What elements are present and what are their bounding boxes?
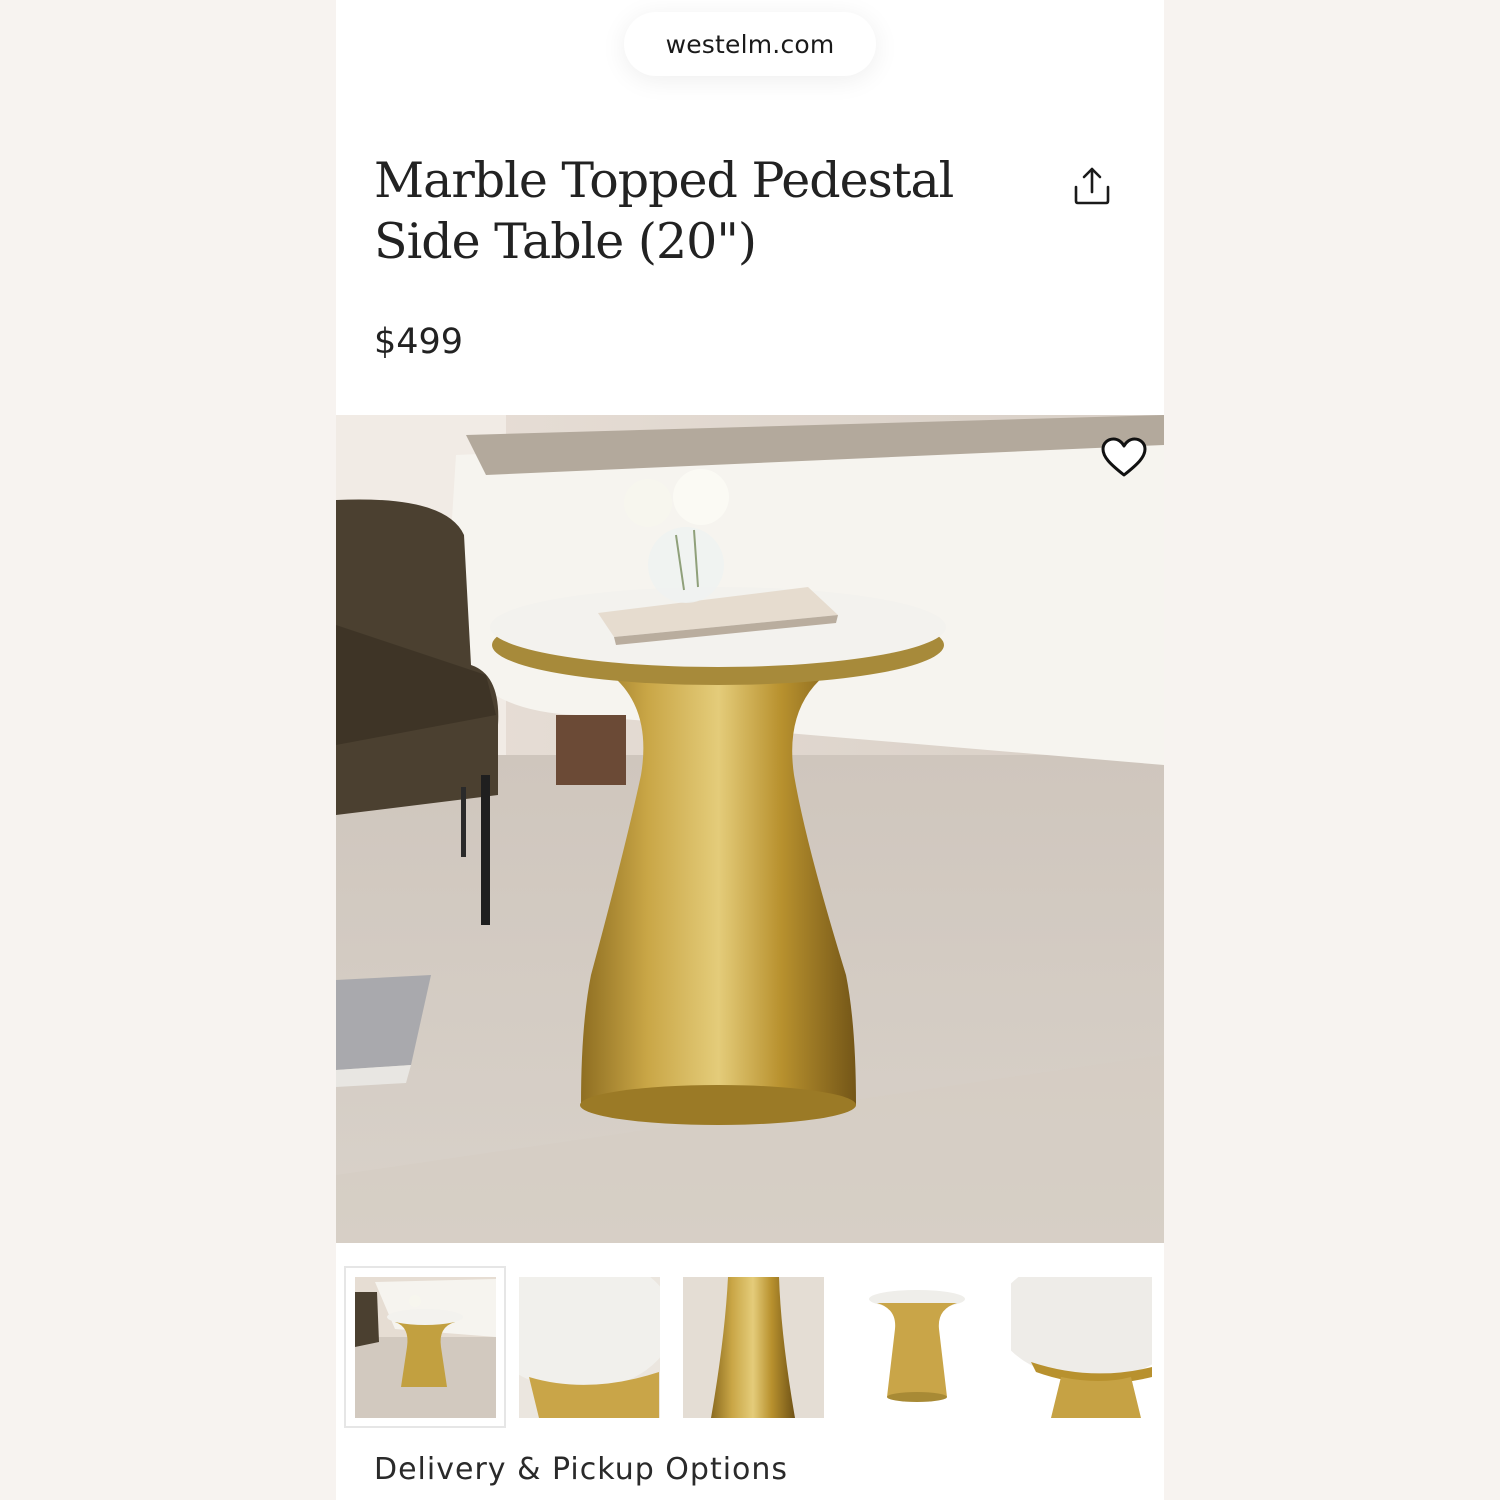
- thumbnail-2-image: [519, 1277, 660, 1418]
- url-text: westelm.com: [665, 29, 835, 59]
- product-title: Marble Topped Pedestal Side Table (20"): [374, 152, 954, 270]
- favorite-button[interactable]: [1098, 433, 1150, 481]
- thumbnail-5-image: [1011, 1277, 1152, 1418]
- thumbnail-1[interactable]: [355, 1277, 496, 1418]
- thumbnail-3[interactable]: [683, 1277, 824, 1418]
- heart-icon: [1101, 437, 1147, 477]
- product-price: $499: [374, 322, 464, 362]
- thumbnail-5[interactable]: [1011, 1277, 1152, 1418]
- url-bar[interactable]: westelm.com: [624, 12, 876, 76]
- product-page: westelm.com Marble Topped Pedestal Side …: [336, 0, 1164, 1500]
- main-product-image[interactable]: [336, 415, 1164, 1243]
- delivery-pickup-heading[interactable]: Delivery & Pickup Options: [374, 1452, 788, 1487]
- share-icon: [1074, 167, 1110, 205]
- thumbnail-3-image: [683, 1277, 824, 1418]
- thumbnail-2[interactable]: [519, 1277, 660, 1418]
- thumbnail-4-image: [847, 1277, 988, 1418]
- thumbnail-4[interactable]: [847, 1277, 988, 1418]
- hero-scene: [336, 415, 1164, 1243]
- share-button[interactable]: [1066, 160, 1118, 212]
- thumbnail-strip: [344, 1265, 1164, 1428]
- thumbnail-1-image: [355, 1277, 496, 1418]
